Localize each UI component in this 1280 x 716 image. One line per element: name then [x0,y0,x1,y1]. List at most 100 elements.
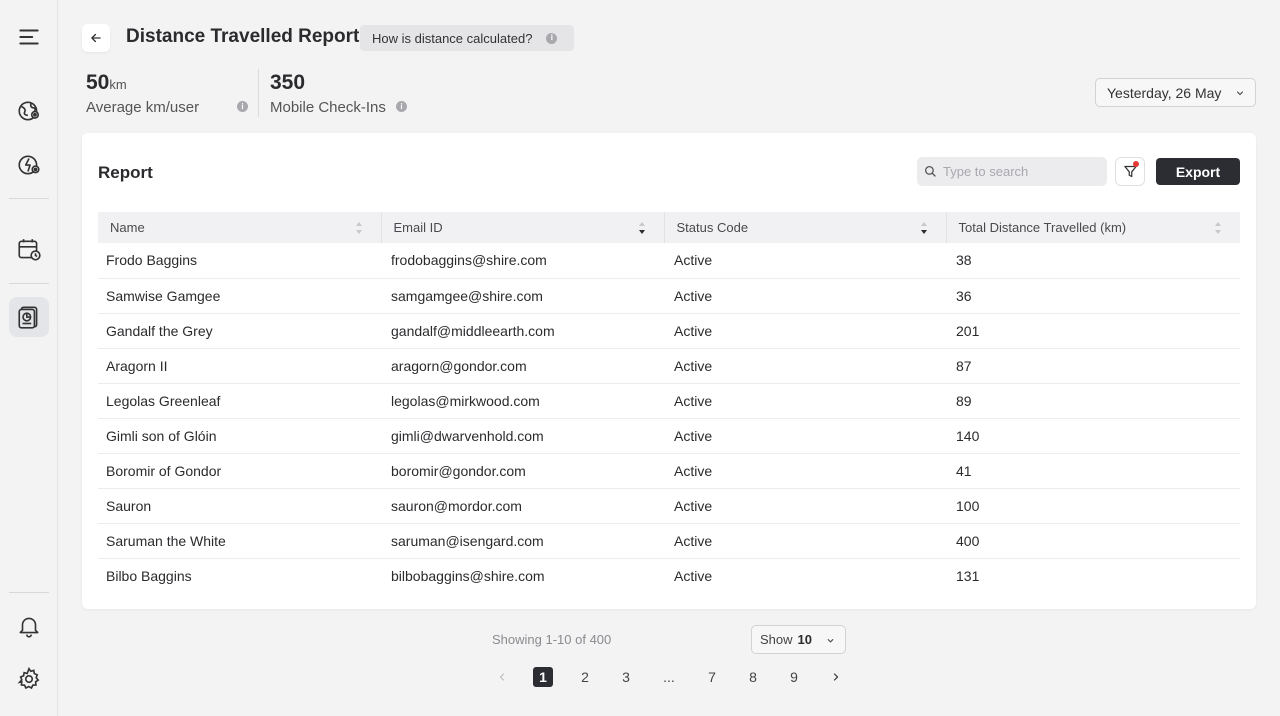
cell-email: samgamgee@shire.com [381,278,664,314]
avg-km-value: 50km [86,71,127,94]
checkins-label: Mobile Check-Ins [270,99,386,116]
page-size-label: Show [760,632,793,647]
cell-name: Saruman the White [98,523,381,559]
cell-status: Active [664,453,946,489]
table-header-row: Name Email ID Status Code Total Distance… [98,212,1240,243]
filter-button[interactable] [1115,157,1145,186]
search-box[interactable] [917,157,1107,186]
page-1[interactable]: 1 [533,667,553,687]
info-icon: i [546,32,558,44]
page-2[interactable]: 2 [575,667,595,687]
export-button[interactable]: Export [1156,158,1240,185]
chevron-right-icon [833,673,839,681]
filter-active-dot [1133,161,1139,167]
cell-status: Active [664,348,946,384]
chevron-left-icon [499,673,505,681]
sidebar-divider [9,198,49,199]
cell-name: Gandalf the Grey [98,313,381,349]
cell-status: Active [664,313,946,349]
table-row[interactable]: Gandalf the Grey gandalf@middleearth.com A… [98,313,1240,349]
date-range-value: Yesterday, 26 May [1107,84,1222,101]
table-row[interactable]: Saruman the White saruman@isengard.com Act… [98,523,1240,559]
cell-email: gimli@dwarvenhold.com [381,418,664,454]
cell-name: Samwise Gamgee [98,278,381,314]
table-row[interactable]: Legolas Greenleaf legolas@mirkwood.com Act… [98,383,1240,419]
column-header-distance[interactable]: Total Distance Travelled (km) [946,212,1240,243]
page-8[interactable]: 8 [743,667,763,687]
help-label: How is distance calculated? [372,30,533,46]
report-table: Name Email ID Status Code Total Distance… [98,212,1240,593]
settings-button[interactable] [9,659,49,699]
globe-location-icon [18,101,40,121]
page-3[interactable]: 3 [616,667,636,687]
stat-divider [258,69,259,117]
table-row[interactable]: Sauron sauron@mordor.com Active 100 [98,488,1240,524]
report-card: Report Export Name Email ID Status Code … [82,133,1256,609]
sidebar-item-schedule[interactable] [9,230,49,270]
date-range-select[interactable]: Yesterday, 26 May [1095,78,1256,107]
back-button[interactable] [82,24,110,52]
cell-distance: 100 [946,488,1240,524]
report-title: Report [98,163,153,182]
notifications-button[interactable] [9,606,49,646]
search-icon [924,165,936,177]
page-title: Distance Travelled Report [126,26,360,47]
avg-km-unit: km [109,77,127,92]
column-header-status[interactable]: Status Code [664,212,947,243]
cell-status: Active [664,243,946,279]
table-row[interactable]: Boromir of Gondor boromir@gondor.com Activ… [98,453,1240,489]
bell-icon [19,617,39,638]
chevron-down-icon [1236,91,1244,96]
table-row[interactable]: Bilbo Baggins bilbobaggins@shire.com Activ… [98,558,1240,593]
cell-distance: 89 [946,383,1240,419]
table-row[interactable]: Gimli son of Glóin gimli@dwarvenhold.com A… [98,418,1240,454]
sort-desc-icon [638,222,645,234]
checkins-value: 350 [270,71,306,94]
page-7[interactable]: 7 [702,667,722,687]
cell-distance: 201 [946,313,1240,349]
cell-name: Aragorn II [98,348,381,384]
chevron-down-icon [827,639,834,643]
cell-status: Active [664,383,946,419]
page-size-select[interactable]: Show 10 [751,625,846,654]
cell-email: boromir@gondor.com [381,453,664,489]
cell-distance: 131 [956,567,980,584]
sidebar-item-map[interactable] [9,91,49,131]
info-icon[interactable]: i [237,101,248,112]
calendar-clock-icon [18,239,41,261]
cell-name: Bilbo Baggins [106,567,192,584]
table-row[interactable]: Aragorn II aragorn@gondor.com Active 87 [98,348,1240,384]
search-input[interactable] [943,164,1103,179]
cell-distance: 87 [946,348,1240,384]
column-header-name[interactable]: Name [98,212,382,243]
column-header-email[interactable]: Email ID [381,212,665,243]
showing-count: Showing 1-10 of 400 [492,632,612,647]
cell-distance: 38 [946,243,1240,279]
cell-status: Active [674,567,713,584]
cell-name: Frodo Baggins [98,243,381,279]
info-icon[interactable]: i [396,101,407,112]
gear-icon [17,666,40,690]
cell-name: Sauron [98,488,381,524]
sidebar-item-activity[interactable] [9,145,49,185]
report-icon [18,306,38,329]
cell-status: Active [664,278,946,314]
menu-icon [19,29,39,45]
sidebar [0,0,58,716]
next-page-button[interactable] [826,667,846,687]
prev-page-button[interactable] [492,667,512,687]
page-9[interactable]: 9 [784,667,804,687]
cell-distance: 400 [946,523,1240,559]
distance-help-chip[interactable]: How is distance calculated? i [360,25,574,51]
cell-name: Legolas Greenleaf [98,383,381,419]
menu-toggle[interactable] [9,17,49,57]
table-row[interactable]: Samwise Gamgee samgamgee@shire.com Active 3… [98,278,1240,314]
sidebar-item-reports[interactable] [9,297,49,337]
cell-status: Active [664,488,946,524]
cell-name: Boromir of Gondor [98,453,381,489]
cell-email: gandalf@middleearth.com [381,313,664,349]
sidebar-divider [9,283,49,284]
sort-icon [1215,222,1221,234]
page-ellipsis: ... [663,669,675,685]
table-row[interactable]: Frodo Baggins frodobaggins@shire.com Activ… [98,243,1240,279]
